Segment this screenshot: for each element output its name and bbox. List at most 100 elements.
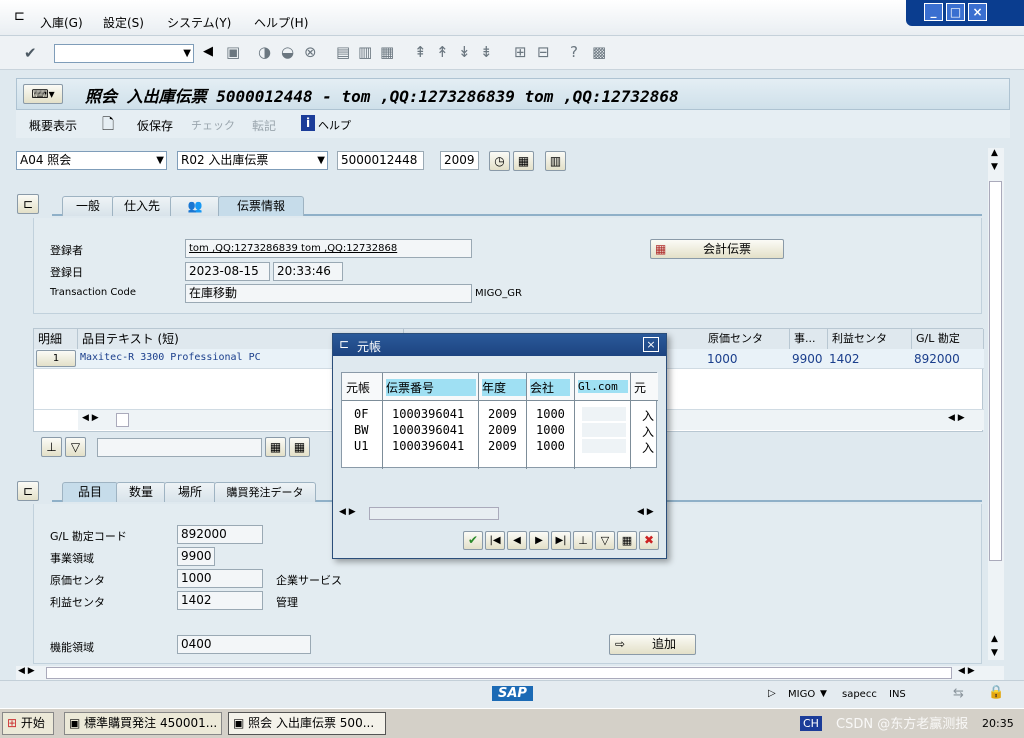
find-popup-icon[interactable]: ▦: [617, 531, 637, 550]
scroll-up-bottom-icon[interactable]: ▲: [991, 634, 998, 644]
tab-where[interactable]: 場所: [164, 482, 216, 502]
hscroll-right-icon[interactable]: ◀ ▶: [958, 666, 975, 676]
back-icon[interactable]: ◑: [258, 43, 271, 61]
task-button-po[interactable]: ▣ 標準購買発注 450001...: [64, 712, 222, 735]
scroll-right-icon[interactable]: ◀ ▶: [948, 413, 965, 423]
filter-icon[interactable]: ▽: [65, 437, 86, 457]
scroll-left-icon[interactable]: ◀ ▶: [82, 413, 99, 423]
status-expand-icon[interactable]: ▷: [768, 688, 776, 699]
post-button[interactable]: 転記: [252, 117, 276, 134]
tab-vendor[interactable]: 仕入先: [112, 196, 172, 216]
overview-button[interactable]: 概要表示: [29, 117, 77, 134]
header-collapse-icon[interactable]: ⊏: [17, 194, 39, 214]
menu-item-settings[interactable]: 設定(S): [103, 14, 144, 31]
table-row[interactable]: BW 1000396041 2009 1000 入: [342, 423, 658, 439]
scroll-down-bottom-icon[interactable]: ▼: [991, 648, 998, 658]
next-icon[interactable]: ▶: [529, 531, 549, 550]
action-select[interactable]: A04 照会 ▼: [16, 151, 167, 170]
ref-doc-select[interactable]: R02 入出庫伝票 ▼: [177, 151, 328, 170]
popup-col-year[interactable]: 年度: [482, 379, 526, 396]
enter-icon[interactable]: ✔: [24, 44, 37, 62]
close-button[interactable]: ×: [968, 3, 987, 21]
maximize-button[interactable]: □: [946, 3, 965, 21]
popup-col-company[interactable]: 会社: [530, 379, 570, 396]
status-dropdown-icon[interactable]: ▼: [820, 689, 827, 699]
col-busarea-header[interactable]: 事...: [790, 329, 828, 349]
search-icon[interactable]: ▦: [513, 151, 534, 171]
execute-icon[interactable]: ◷: [489, 151, 510, 171]
popup-col-doc[interactable]: 伝票番号: [386, 379, 476, 396]
main-vscroll[interactable]: ▲ ▼ ▲ ▼: [988, 148, 1004, 660]
last-page-icon[interactable]: ⇟: [480, 43, 493, 61]
tab-doc-info[interactable]: 伝票情報: [218, 196, 304, 216]
table-row[interactable]: 0F 1000396041 2009 1000 入: [342, 407, 658, 423]
minimize-button[interactable]: _: [924, 3, 943, 21]
popup-col-src[interactable]: 元: [634, 379, 646, 396]
tab-partner[interactable]: 👥: [170, 196, 220, 216]
find-icon[interactable]: ▥: [358, 43, 372, 61]
col-gl-header[interactable]: G/L 勘定: [912, 329, 984, 349]
main-hscroll[interactable]: ◀ ▶ ◀ ▶: [16, 666, 1004, 680]
scroll-down-icon[interactable]: ▼: [991, 162, 998, 172]
grid-icon[interactable]: ▥: [545, 151, 566, 171]
tab-quantity[interactable]: 数量: [116, 482, 166, 502]
popup-col-ledger[interactable]: 元帳: [346, 379, 370, 396]
popup-hscroll[interactable]: ◀ ▶ ◀ ▶: [337, 506, 663, 522]
hold-button[interactable]: 仮保存: [137, 117, 173, 134]
filter-popup-icon[interactable]: ▽: [595, 531, 615, 550]
scroll-up-icon[interactable]: ▲: [991, 148, 998, 158]
popup-close-button[interactable]: ×: [643, 337, 659, 352]
layout-menu-icon[interactable]: ▩: [592, 43, 606, 61]
table-row[interactable]: U1 1000396041 2009 1000 入: [342, 439, 658, 455]
hscroll-left-icon[interactable]: ◀ ▶: [18, 666, 35, 676]
cancel-icon[interactable]: ⊗: [304, 43, 317, 61]
info-icon[interactable]: i: [301, 115, 315, 131]
detail-collapse-icon[interactable]: ⊏: [17, 481, 39, 501]
help-button[interactable]: ヘルプ: [318, 117, 351, 133]
last-icon[interactable]: ▶|: [551, 531, 571, 550]
prev-page-icon[interactable]: ↟: [436, 43, 449, 61]
popup-col-glcom[interactable]: Gl.com: [578, 380, 628, 393]
help-icon[interactable]: ?: [570, 43, 578, 61]
language-indicator[interactable]: CH: [800, 716, 822, 731]
save-icon[interactable]: ▣: [226, 43, 240, 61]
col-cost-header[interactable]: 原価センタ: [704, 329, 790, 349]
popup-scroll-right-icon[interactable]: ◀ ▶: [637, 507, 654, 517]
tab-material[interactable]: 品目: [62, 482, 118, 502]
tab-po-data[interactable]: 購買発注データ: [214, 482, 316, 502]
sort-icon[interactable]: ⊥: [573, 531, 593, 550]
confirm-icon[interactable]: ✔: [463, 531, 483, 550]
menu-item-entry[interactable]: 入庫(G): [40, 14, 83, 31]
start-button[interactable]: ⊞ 开始: [2, 712, 54, 735]
find-next-icon-grid[interactable]: ▦: [289, 437, 310, 457]
first-icon[interactable]: |◀: [485, 531, 505, 550]
scroll-thumb[interactable]: [116, 413, 129, 427]
delete-row-icon[interactable]: ⊥: [41, 437, 62, 457]
prev-icon[interactable]: ◀: [507, 531, 527, 550]
grid-search-field[interactable]: [97, 438, 262, 457]
next-page-icon[interactable]: ↡: [458, 43, 471, 61]
cancel-popup-icon[interactable]: ✖: [639, 531, 659, 550]
vscroll-thumb[interactable]: [989, 181, 1002, 561]
menu-item-system[interactable]: システム(Y): [167, 14, 231, 31]
tab-general[interactable]: 一般: [62, 196, 114, 216]
title-menu-button[interactable]: ⌨▾: [23, 84, 63, 104]
back-arrow-icon[interactable]: ◀: [203, 44, 213, 59]
menu-item-help[interactable]: ヘルプ(H): [254, 14, 308, 31]
year-field[interactable]: 2009: [440, 151, 479, 170]
popup-scroll-left-icon[interactable]: ◀ ▶: [339, 507, 356, 517]
doc-number-field[interactable]: 5000012448: [337, 151, 424, 170]
shortcut-icon[interactable]: ⊟: [537, 43, 550, 61]
find-icon-grid[interactable]: ▦: [265, 437, 286, 457]
new-doc-icon[interactable]: 🗋: [102, 114, 114, 139]
popup-scroll-thumb[interactable]: [369, 507, 499, 520]
command-field[interactable]: ▼: [54, 44, 194, 63]
status-tcode[interactable]: MIGO: [788, 689, 815, 700]
menu-icon[interactable]: ⊏: [14, 9, 25, 24]
first-page-icon[interactable]: ⇞: [414, 43, 427, 61]
new-session-icon[interactable]: ⊞: [514, 43, 527, 61]
exit-icon[interactable]: ◒: [281, 43, 294, 61]
task-button-migo[interactable]: ▣ 照会 入出庫伝票 500...: [228, 712, 386, 735]
hscroll-thumb[interactable]: [46, 667, 952, 679]
check-button[interactable]: チェック: [191, 117, 235, 133]
